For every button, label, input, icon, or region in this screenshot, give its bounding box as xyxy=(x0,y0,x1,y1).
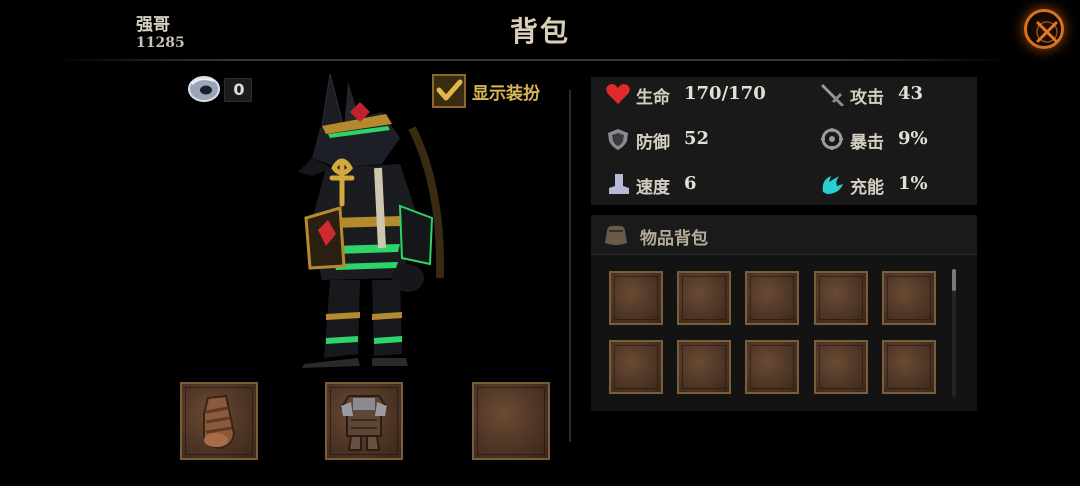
currency-value: 0 xyxy=(233,80,245,99)
ring-token-icon xyxy=(188,76,220,102)
gauntlet-icon xyxy=(203,394,236,450)
close-button[interactable] xyxy=(1024,9,1064,49)
boot-icon xyxy=(609,174,629,194)
stat-value: 1% xyxy=(898,173,928,194)
heart-icon xyxy=(606,84,630,104)
inventory-slot[interactable] xyxy=(609,271,663,325)
stats-panel: 生命 170/170 攻击 43 防御 52 暴击 9% 速度 6 充能 1% xyxy=(591,77,977,205)
shield-icon xyxy=(608,129,628,150)
inventory-scroll-thumb[interactable] xyxy=(952,269,956,291)
hero-character[interactable] xyxy=(282,68,462,368)
inventory-slot[interactable] xyxy=(882,271,936,325)
show-costume-label: 显示装扮 xyxy=(472,84,540,104)
stat-value: 170/170 xyxy=(684,83,766,104)
inventory-slot[interactable] xyxy=(677,340,731,394)
stat-label: 速度 xyxy=(636,178,670,198)
stat-label: 生命 xyxy=(636,88,670,108)
inventory-title: 物品背包 xyxy=(640,229,708,249)
inventory-slot[interactable] xyxy=(745,340,799,394)
pouch-icon xyxy=(605,225,627,245)
stat-value: 6 xyxy=(684,173,697,194)
stat-label: 防御 xyxy=(636,133,670,153)
inventory-slot[interactable] xyxy=(814,340,868,394)
energy-icon xyxy=(822,176,843,194)
inventory-slot[interactable] xyxy=(882,340,936,394)
stat-value: 9% xyxy=(898,128,928,149)
inventory-slot[interactable] xyxy=(745,271,799,325)
header-divider xyxy=(52,59,1012,61)
stat-value: 52 xyxy=(684,128,710,149)
inventory-header: 物品背包 xyxy=(591,215,977,255)
equipment-slot-armor[interactable] xyxy=(325,382,403,460)
armor-icon xyxy=(339,395,389,451)
equipment-slot-gauntlet[interactable] xyxy=(180,382,258,460)
close-icon xyxy=(1036,21,1058,43)
stat-label: 充能 xyxy=(850,178,884,198)
critical-icon xyxy=(821,128,843,150)
sword-icon xyxy=(821,84,845,106)
page-title: 背包 xyxy=(509,15,570,48)
inventory-panel: 物品背包 xyxy=(591,215,977,411)
panel-divider xyxy=(569,90,571,442)
equipment-slot-empty[interactable] xyxy=(472,382,550,460)
currency-box: 0 xyxy=(224,78,252,102)
inventory-slot[interactable] xyxy=(677,271,731,325)
top-bar: 强哥 11285 背包 xyxy=(0,0,1080,60)
stat-value: 43 xyxy=(898,83,924,104)
inventory-slot[interactable] xyxy=(609,340,663,394)
inventory-scrollbar[interactable] xyxy=(952,269,956,397)
inventory-slot[interactable] xyxy=(814,271,868,325)
stat-label: 攻击 xyxy=(850,88,884,108)
stat-label: 暴击 xyxy=(850,133,884,153)
